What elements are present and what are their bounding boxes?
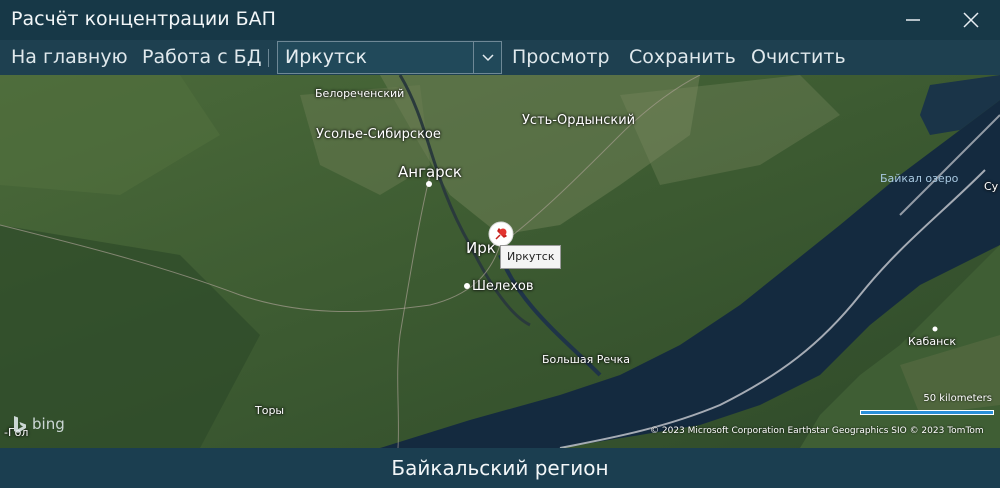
toolbar-divider <box>268 49 269 67</box>
place-label-kabansk: Кабанск <box>908 335 956 348</box>
close-icon <box>963 12 979 28</box>
status-bar: Байкальский регион <box>0 448 1000 488</box>
map-scale-bar <box>860 410 994 415</box>
title-bar: Расчёт концентрации БАП <box>0 0 1000 40</box>
bing-icon <box>14 416 26 433</box>
place-label-usolye: Усолье-Сибирское <box>316 127 441 142</box>
city-select-toggle[interactable] <box>473 42 501 73</box>
place-label-angarsk: Ангарск <box>398 163 462 181</box>
place-label-shelekhov: Шелехов <box>472 279 534 294</box>
home-button[interactable]: На главную <box>11 40 128 75</box>
city-select[interactable]: Иркутск <box>277 41 502 74</box>
map-marker-tooltip: Иркутск <box>500 245 562 269</box>
place-label-ust-ordynsky: Усть-Ордынский <box>522 113 636 128</box>
minimize-icon <box>906 19 920 21</box>
lake-label-baikal: Байкал озеро <box>880 172 959 185</box>
place-label-right-edge: Су <box>984 180 999 193</box>
window-title: Расчёт концентрации БАП <box>11 8 276 30</box>
map-scale-label: 50 kilometers <box>923 393 992 404</box>
chevron-down-icon <box>482 54 494 62</box>
map-pin-icon <box>488 221 514 247</box>
toolbar: На главную Работа с БД Иркутск Просмотр … <box>0 40 1000 75</box>
region-label: Байкальский регион <box>391 456 609 480</box>
map-scale: 50 kilometers <box>860 393 994 421</box>
map-view[interactable]: Белореченский Усолье-Сибирское Ангарск У… <box>0 75 1000 448</box>
save-button[interactable]: Сохранить <box>629 40 736 75</box>
place-label-bolshaya-rechka: Большая Речка <box>542 353 630 366</box>
place-label-belorechensky: Белореченский <box>315 87 405 100</box>
map-pin-marker[interactable] <box>487 220 515 248</box>
close-button[interactable] <box>948 0 994 40</box>
map-copyright: © 2023 Microsoft Corporation Earthstar G… <box>650 426 984 436</box>
bing-logo-text: bing <box>32 415 65 433</box>
minimize-button[interactable] <box>890 0 936 40</box>
clear-button[interactable]: Очистить <box>751 40 846 75</box>
view-button[interactable]: Просмотр <box>512 40 610 75</box>
city-select-value: Иркутск <box>285 46 367 68</box>
place-label-tory: Торы <box>255 404 285 417</box>
bing-logo: bing <box>12 413 68 435</box>
database-button[interactable]: Работа с БД <box>142 40 262 75</box>
